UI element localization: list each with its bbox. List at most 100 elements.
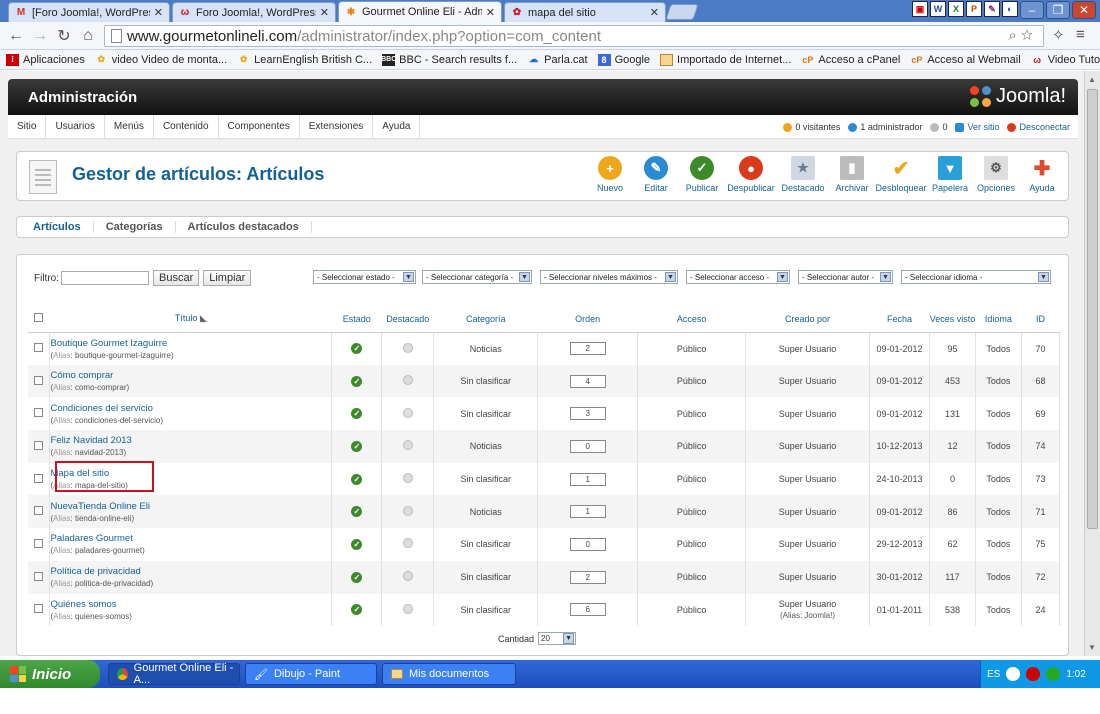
task-chrome[interactable]: Gourmet Online Eli - A... xyxy=(108,662,240,686)
bookmark-bbc[interactable]: BBC BBC - Search results f... xyxy=(381,53,517,66)
order-input[interactable]: 0 xyxy=(569,537,606,551)
author-name[interactable]: Super Usuario xyxy=(779,474,837,484)
not-featured-icon[interactable] xyxy=(402,342,413,353)
author-name[interactable]: Super Usuario xyxy=(779,599,837,609)
home-icon[interactable]: ⌂ xyxy=(78,26,98,46)
article-title-link[interactable]: Paladares Gourmet xyxy=(50,533,331,544)
author-name[interactable]: Super Usuario xyxy=(779,539,837,549)
minimize-button[interactable]: – xyxy=(1020,1,1044,19)
order-input[interactable]: 3 xyxy=(569,407,606,421)
order-input[interactable]: 0 xyxy=(569,439,606,453)
bookmark-google[interactable]: 8 Google xyxy=(597,53,650,66)
menu-usuarios[interactable]: Usuarios xyxy=(46,114,105,139)
row-checkbox[interactable] xyxy=(34,440,44,450)
not-featured-icon[interactable] xyxy=(402,571,413,582)
col-author[interactable]: Creado por xyxy=(745,306,870,333)
row-checkbox[interactable] xyxy=(34,375,44,385)
subtab-articles[interactable]: Artículos xyxy=(21,221,94,233)
publisher-icon[interactable]: ✎ xyxy=(984,1,1000,17)
order-input[interactable]: 1 xyxy=(569,505,606,519)
bookmark-cpanel[interactable]: cP Acceso a cPanel xyxy=(801,54,900,66)
order-input[interactable]: 1 xyxy=(569,472,606,486)
row-checkbox[interactable] xyxy=(34,506,44,516)
select-author[interactable]: - Seleccionar autor - ▼ xyxy=(798,270,893,284)
row-checkbox[interactable] xyxy=(34,571,44,581)
author-name[interactable]: Super Usuario xyxy=(779,507,837,517)
col-order[interactable]: Orden xyxy=(537,306,638,333)
select-category[interactable]: - Seleccionar categoría - ▼ xyxy=(422,270,532,284)
article-title-link[interactable]: Condiciones del servicio xyxy=(50,403,331,414)
maximize-button[interactable]: ❐ xyxy=(1046,1,1070,19)
browser-tab-sitemap[interactable]: ✿ mapa del sitio ✕ xyxy=(504,2,666,22)
page-scrollbar[interactable]: ▲ ▼ xyxy=(1084,71,1100,656)
bookmark-apps[interactable]: ⁝ Aplicaciones xyxy=(6,53,85,66)
not-featured-icon[interactable] xyxy=(402,505,413,516)
menu-menus[interactable]: Menús xyxy=(105,114,154,139)
bookmark-webmail[interactable]: cP Acceso al Webmail xyxy=(910,54,1020,66)
app-icon[interactable]: ▣ xyxy=(912,1,928,17)
row-checkbox[interactable] xyxy=(34,538,44,548)
col-hits[interactable]: Veces visto xyxy=(929,306,976,333)
menu-extensiones[interactable]: Extensiones xyxy=(300,114,374,139)
select-max-levels[interactable]: - Seleccionar niveles máximos - ▼ xyxy=(540,270,678,284)
not-featured-icon[interactable] xyxy=(402,538,413,549)
checkin-button[interactable]: ✔ Desbloquear xyxy=(875,156,926,194)
featured-button[interactable]: ★ Destacado xyxy=(780,156,826,193)
clear-button[interactable]: Limpiar xyxy=(203,270,252,286)
edit-button[interactable]: ✎ Editar xyxy=(636,156,676,193)
col-title[interactable]: Título ◣ xyxy=(49,306,332,333)
row-checkbox[interactable] xyxy=(34,473,44,483)
header-checkbox[interactable] xyxy=(28,306,50,333)
published-icon[interactable]: ✓ xyxy=(351,538,363,550)
not-featured-icon[interactable] xyxy=(402,440,413,451)
outlook-icon[interactable]: ◐ xyxy=(1002,1,1018,17)
menu-icon[interactable]: ≡ xyxy=(1076,26,1085,43)
author-name[interactable]: Super Usuario xyxy=(779,376,837,386)
filter-search-input[interactable] xyxy=(61,271,149,285)
article-title-link[interactable]: Cómo comprar xyxy=(50,370,331,381)
view-site-link[interactable]: Ver sitio xyxy=(955,122,999,132)
language-indicator[interactable]: ES xyxy=(987,669,1000,680)
col-access[interactable]: Acceso xyxy=(637,306,746,333)
not-featured-icon[interactable] xyxy=(402,603,413,614)
not-featured-icon[interactable] xyxy=(402,407,413,418)
article-title-link[interactable]: Feliz Navidad 2013 xyxy=(50,435,331,446)
forward-arrow-icon[interactable]: → xyxy=(30,26,50,46)
browser-tab-gmail[interactable]: M [Foro Joomla!, WordPress y ✕ xyxy=(8,2,170,22)
published-icon[interactable]: ✓ xyxy=(351,571,363,583)
address-bar[interactable]: www.gourmetonlineli.com/administrator/in… xyxy=(104,25,1044,47)
bookmark-learnenglish[interactable]: ✿ LearnEnglish British C... xyxy=(237,54,372,66)
extension-icon[interactable]: ✧ xyxy=(1052,26,1065,44)
close-tab-icon[interactable]: ✕ xyxy=(154,6,163,19)
word-icon[interactable]: W xyxy=(930,1,946,17)
back-arrow-icon[interactable]: ← xyxy=(6,26,26,46)
subtab-featured[interactable]: Artículos destacados xyxy=(176,221,312,233)
not-featured-icon[interactable] xyxy=(402,473,413,484)
start-button[interactable]: Inicio xyxy=(0,660,100,688)
task-documents[interactable]: Mis documentos xyxy=(382,663,516,685)
published-icon[interactable]: ✓ xyxy=(351,506,363,518)
powerpoint-icon[interactable]: P xyxy=(966,1,982,17)
col-status[interactable]: Estado xyxy=(331,306,382,333)
col-category[interactable]: Categoría xyxy=(433,306,538,333)
close-tab-icon[interactable]: ✕ xyxy=(486,6,495,19)
task-paint[interactable]: 🖌 Dibujo - Paint xyxy=(245,663,377,685)
trash-button[interactable]: ▼ Papelera xyxy=(930,156,970,193)
archive-button[interactable]: ▮ Archivar xyxy=(832,156,872,193)
subtab-categories[interactable]: Categorías xyxy=(94,221,176,233)
browser-tab-admin[interactable]: ✱ Gourmet Online Eli - Administ ✕ xyxy=(338,1,502,22)
col-featured[interactable]: Destacado xyxy=(381,306,434,333)
bookmark-tutoriales[interactable]: ωVideo Tutoriales Pack ... xyxy=(1031,54,1100,66)
published-icon[interactable]: ✓ xyxy=(351,440,363,452)
published-icon[interactable]: ✓ xyxy=(351,375,363,387)
article-title-link[interactable]: Política de privacidad xyxy=(50,566,331,577)
new-tab-button[interactable] xyxy=(665,4,699,20)
author-name[interactable]: Super Usuario xyxy=(779,572,837,582)
published-icon[interactable]: ✓ xyxy=(351,408,363,420)
bookmark-imported[interactable]: Importado de Internet... xyxy=(660,53,791,66)
row-checkbox[interactable] xyxy=(34,604,44,614)
row-checkbox[interactable] xyxy=(34,408,44,418)
menu-ayuda[interactable]: Ayuda xyxy=(373,114,421,139)
order-input[interactable]: 4 xyxy=(569,374,606,388)
close-tab-icon[interactable]: ✕ xyxy=(320,6,329,19)
